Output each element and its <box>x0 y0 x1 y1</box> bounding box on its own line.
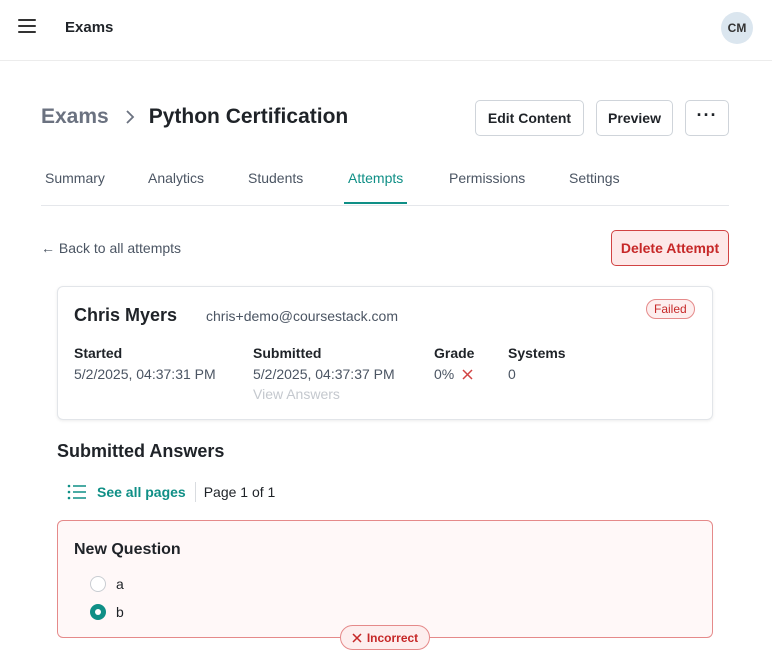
question-card: New Question a b <box>57 520 713 638</box>
list-icon <box>67 484 86 500</box>
tab-permissions[interactable]: Permissions <box>449 170 525 202</box>
preview-button[interactable]: Preview <box>596 100 673 136</box>
systems-label: Systems <box>508 345 566 361</box>
student-email: chris+demo@coursestack.com <box>206 308 399 324</box>
question-title: New Question <box>74 541 181 558</box>
page-title: Python Certification <box>148 105 349 128</box>
user-avatar[interactable]: CM <box>721 12 753 44</box>
chevron-right-icon <box>126 110 134 124</box>
fail-x-icon <box>462 369 473 380</box>
pagination-bar: See all pages Page 1 of 1 <box>67 482 275 502</box>
edit-content-button[interactable]: Edit Content <box>475 100 584 136</box>
option-label: a <box>116 576 124 592</box>
incorrect-badge: Incorrect <box>340 625 430 650</box>
started-value: 5/2/2025, 04:37:31 PM <box>74 366 216 382</box>
see-all-pages-button[interactable]: See all pages <box>67 484 186 500</box>
page-indicator: Page 1 of 1 <box>203 484 276 500</box>
tab-attempts[interactable]: Attempts <box>344 170 408 204</box>
back-to-attempts-link[interactable]: ← Back to all attempts <box>41 240 181 256</box>
tab-settings[interactable]: Settings <box>569 170 620 202</box>
tab-students[interactable]: Students <box>248 170 303 202</box>
tab-bar: Summary Analytics Students Attempts Perm… <box>41 160 729 206</box>
radio-unchecked[interactable] <box>90 576 106 592</box>
radio-checked[interactable] <box>90 604 106 620</box>
submitted-label: Submitted <box>253 345 322 361</box>
see-all-pages-label: See all pages <box>97 484 186 500</box>
option-b[interactable]: b <box>90 604 124 620</box>
attempt-summary-card: Chris Myers chris+demo@coursestack.com F… <box>57 286 713 420</box>
breadcrumb-exams-link[interactable]: Exams <box>41 105 109 129</box>
grade-label: Grade <box>434 345 475 361</box>
systems-value: 0 <box>508 366 516 382</box>
breadcrumb: Exams Python Certification <box>41 105 348 129</box>
started-label: Started <box>74 345 123 361</box>
tab-summary[interactable]: Summary <box>45 170 105 202</box>
submitted-answers-heading: Submitted Answers <box>57 441 225 461</box>
hamburger-menu-icon[interactable] <box>18 19 40 37</box>
close-x-icon <box>352 632 362 643</box>
view-answers-link[interactable]: View Answers <box>253 386 340 402</box>
more-options-button[interactable]: ··· <box>685 100 729 136</box>
delete-attempt-button[interactable]: Delete Attempt <box>611 230 729 266</box>
submitted-value: 5/2/2025, 04:37:37 PM <box>253 366 395 382</box>
status-badge: Failed <box>646 299 695 319</box>
grade-value-group: 0% <box>434 366 473 382</box>
option-a[interactable]: a <box>90 576 124 592</box>
top-bar: Exams CM <box>0 0 772 61</box>
app-title: Exams <box>65 19 114 36</box>
tab-analytics[interactable]: Analytics <box>148 170 204 202</box>
option-label: b <box>116 604 124 620</box>
student-name: Chris Myers <box>74 305 178 325</box>
grade-value: 0% <box>434 366 455 382</box>
divider <box>194 482 196 502</box>
result-label: Incorrect <box>366 630 419 645</box>
